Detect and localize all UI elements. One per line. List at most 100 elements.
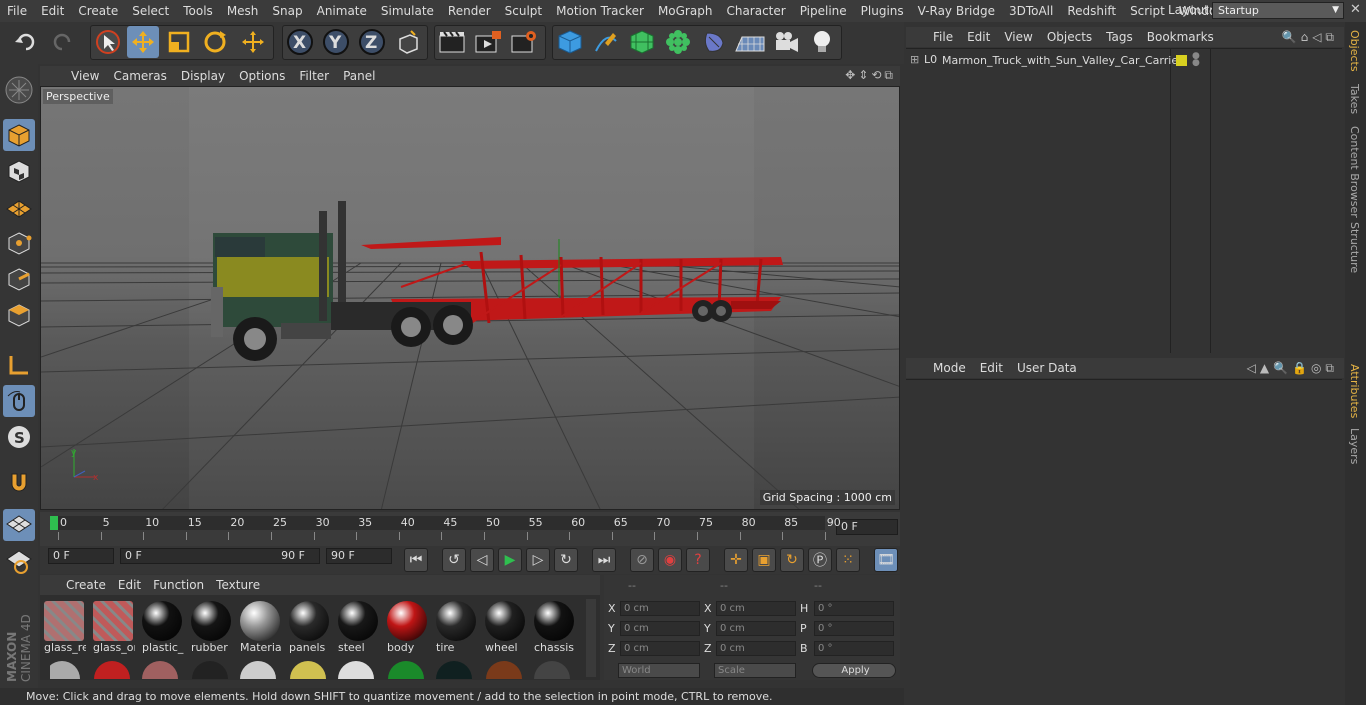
- solo-icon[interactable]: S: [3, 421, 35, 453]
- current-frame-field[interactable]: 0 F: [836, 519, 898, 535]
- record-active-icon[interactable]: ⊘: [630, 548, 654, 572]
- material-swatch[interactable]: plastic_c: [140, 599, 184, 657]
- render-view-icon[interactable]: [436, 26, 468, 58]
- pen-spline-icon[interactable]: [590, 26, 622, 58]
- polygons-mode-button[interactable]: [3, 299, 35, 331]
- tab-structure[interactable]: Structure: [1348, 222, 1361, 273]
- points-mode-button[interactable]: [3, 227, 35, 259]
- menu-redshift[interactable]: Redshift: [1060, 4, 1123, 18]
- transform-tool-button[interactable]: [237, 26, 269, 58]
- object-menu-file[interactable]: File: [926, 30, 960, 44]
- attribute-menu-user-data[interactable]: User Data: [1010, 361, 1084, 375]
- playhead[interactable]: [50, 516, 58, 530]
- viewport-navigation-icons[interactable]: ✥⇕⟲⧉: [845, 68, 896, 83]
- material-menu-function[interactable]: Function: [147, 578, 210, 592]
- timeline-ruler[interactable]: 0 F 0 5 10 15 20 25 30 35 40 45 50 55 60 65 70 75 80 85 90: [40, 512, 900, 546]
- play-icon[interactable]: ▶: [498, 548, 522, 572]
- make-editable-icon[interactable]: [3, 74, 35, 106]
- layer-color-tag[interactable]: [1176, 55, 1187, 66]
- material-menu-create[interactable]: Create: [60, 578, 112, 592]
- menu-script[interactable]: Script: [1123, 4, 1172, 18]
- viewport-menu-cameras[interactable]: Cameras: [106, 69, 173, 83]
- coord-value-field[interactable]: 0 °: [814, 641, 894, 656]
- menu-3dtoall[interactable]: 3DToAll: [1002, 4, 1060, 18]
- material-menu-texture[interactable]: Texture: [210, 578, 266, 592]
- tab-attributes[interactable]: Attributes: [1348, 364, 1361, 418]
- close-icon[interactable]: ✕: [1350, 2, 1361, 17]
- apply-button[interactable]: Apply: [812, 663, 896, 678]
- expand-icon[interactable]: ⊞: [910, 53, 919, 66]
- cube-primitive-icon[interactable]: [554, 26, 586, 58]
- viewport-menu-view[interactable]: View: [64, 69, 106, 83]
- scale-dropdown[interactable]: Scale: [714, 663, 796, 678]
- material-swatch[interactable]: steel: [336, 599, 380, 657]
- menu-mesh[interactable]: Mesh: [220, 4, 266, 18]
- key-position-icon[interactable]: ✛: [724, 548, 748, 572]
- coord-value-field[interactable]: 0 cm: [620, 621, 700, 636]
- y-axis-lock-icon[interactable]: Y: [320, 26, 352, 58]
- menu-select[interactable]: Select: [125, 4, 176, 18]
- go-to-start-icon[interactable]: ⏮: [404, 548, 428, 572]
- material-swatch[interactable]: panels: [287, 599, 331, 657]
- key-rotation-icon[interactable]: ↻: [780, 548, 804, 572]
- menu-edit[interactable]: Edit: [34, 4, 71, 18]
- x-axis-lock-icon[interactable]: X: [284, 26, 316, 58]
- menu-motion-tracker[interactable]: Motion Tracker: [549, 4, 651, 18]
- end-frame-field[interactable]: 90 F: [326, 548, 392, 564]
- previous-frame-icon[interactable]: ◁: [470, 548, 494, 572]
- object-name[interactable]: Marmon_Truck_with_Sun_Valley_Car_Carrier: [942, 54, 1183, 67]
- cloner-icon[interactable]: [662, 26, 694, 58]
- world-dropdown[interactable]: World: [618, 663, 700, 678]
- workplane-mode-button[interactable]: [3, 191, 35, 223]
- menu-plugins[interactable]: Plugins: [854, 4, 911, 18]
- menu-create[interactable]: Create: [71, 4, 125, 18]
- redo-button[interactable]: [46, 26, 78, 58]
- material-swatch[interactable]: wheel: [483, 599, 527, 657]
- planar-workplane-icon[interactable]: [3, 545, 35, 577]
- coord-value-field[interactable]: 0 cm: [716, 641, 796, 656]
- key-pla-icon[interactable]: ⁙: [836, 548, 860, 572]
- tab-content-browser[interactable]: Content Browser: [1348, 126, 1361, 218]
- visibility-dots-icon[interactable]: ● ●: [1192, 52, 1200, 68]
- autokeying-icon[interactable]: ◉: [658, 548, 682, 572]
- preview-range-slider[interactable]: 0 F 90 F: [120, 548, 320, 564]
- menu-snap[interactable]: Snap: [265, 4, 309, 18]
- material-swatch[interactable]: tire: [434, 599, 478, 657]
- light-object-icon[interactable]: [806, 26, 838, 58]
- floor-object-icon[interactable]: [734, 26, 766, 58]
- layout-select[interactable]: Startup ▼: [1212, 2, 1344, 19]
- object-menu-objects[interactable]: Objects: [1040, 30, 1099, 44]
- material-scrollbar[interactable]: [586, 599, 596, 677]
- select-tool-button[interactable]: [92, 26, 124, 58]
- tab-layers[interactable]: Layers: [1348, 428, 1361, 464]
- timeline-window-icon[interactable]: 🎞: [874, 548, 898, 572]
- material-swatch[interactable]: glass_or: [91, 599, 135, 657]
- object-menu-edit[interactable]: Edit: [960, 30, 997, 44]
- menu-mograph[interactable]: MoGraph: [651, 4, 720, 18]
- undo-button[interactable]: [10, 26, 42, 58]
- menu-character[interactable]: Character: [719, 4, 792, 18]
- object-manager-nav-icons[interactable]: 🔍⌂◁⧉: [1282, 30, 1338, 45]
- object-menu-view[interactable]: View: [997, 30, 1039, 44]
- coord-value-field[interactable]: 0 cm: [620, 641, 700, 656]
- keyframe-selection-icon[interactable]: ?: [686, 548, 710, 572]
- workplane-lock-icon[interactable]: [3, 509, 35, 541]
- material-menu-edit[interactable]: Edit: [112, 578, 147, 592]
- menu-render[interactable]: Render: [441, 4, 498, 18]
- model-mode-button[interactable]: [3, 119, 35, 151]
- perspective-viewport[interactable]: y x Perspective Grid Spacing : 1000 cm: [40, 86, 900, 510]
- next-frame-icon[interactable]: ▷: [526, 548, 550, 572]
- key-scale-icon[interactable]: ▣: [752, 548, 776, 572]
- attribute-menu-mode[interactable]: Mode: [926, 361, 973, 375]
- render-settings-icon[interactable]: [508, 26, 540, 58]
- next-key-icon[interactable]: ↻: [554, 548, 578, 572]
- menu-pipeline[interactable]: Pipeline: [793, 4, 854, 18]
- subdivision-surface-icon[interactable]: [626, 26, 658, 58]
- texture-mode-button[interactable]: [3, 155, 35, 187]
- snap-magnet-icon[interactable]: [3, 467, 35, 499]
- attribute-menu-edit[interactable]: Edit: [973, 361, 1010, 375]
- enable-axis-icon[interactable]: [3, 349, 35, 381]
- object-row[interactable]: ⊞ L0 Marmon_Truck_with_Sun_Valley_Car_Ca…: [908, 52, 1208, 71]
- coordinate-system-icon[interactable]: [392, 26, 424, 58]
- material-swatch[interactable]: rubber: [189, 599, 233, 657]
